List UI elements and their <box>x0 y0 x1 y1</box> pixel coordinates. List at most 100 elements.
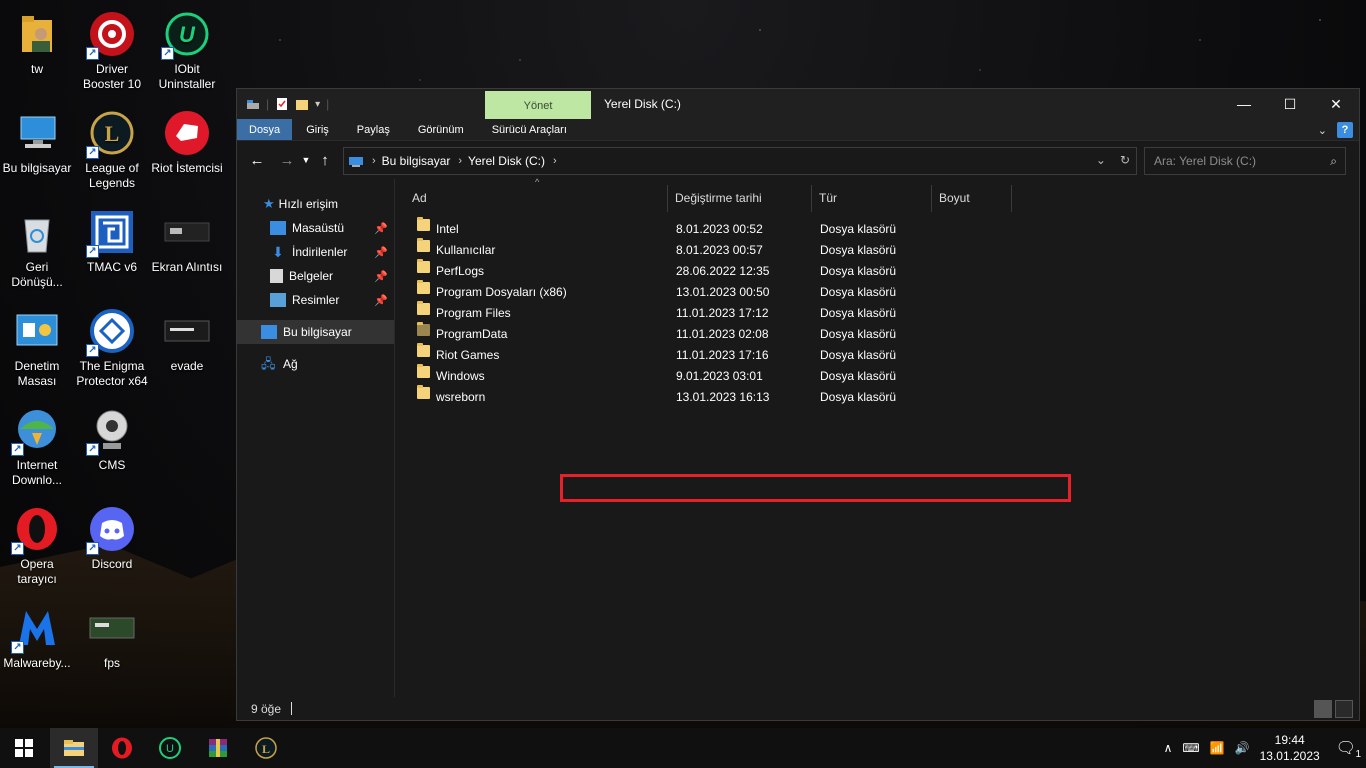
column-header-type[interactable]: Tür <box>812 185 932 212</box>
start-button[interactable] <box>0 728 48 768</box>
desktop-icon-riot-client[interactable]: Riot İstemcisi <box>150 103 224 176</box>
recent-locations-chevron-icon[interactable]: ▼ <box>299 155 313 165</box>
expand-ribbon-icon[interactable]: ⌄ <box>1318 124 1327 137</box>
customize-toolbar-icon[interactable]: ▾ <box>315 99 320 110</box>
details-view-button[interactable] <box>1314 700 1332 718</box>
address-bar[interactable]: › Bu bilgisayar › Yerel Disk (C:) › ⌄ ↻ <box>343 147 1137 175</box>
pin-icon: 📌 <box>374 294 388 307</box>
file-date: 8.01.2023 00:52 <box>676 222 763 236</box>
desktop-icon-discord[interactable]: ↗ Discord <box>75 499 149 572</box>
maximize-button[interactable]: ☐ <box>1267 89 1313 119</box>
desktop-icon-driver-booster[interactable]: ↗ Driver Booster 10 <box>75 4 149 92</box>
fps-icon <box>88 604 136 652</box>
shortcut-arrow-icon: ↗ <box>86 542 99 555</box>
file-type: Dosya klasörü <box>820 390 897 404</box>
up-arrow-icon[interactable]: ↑ <box>313 152 337 169</box>
table-row[interactable]: Program Dosyaları (x86) 13.01.2023 00:50 D… <box>395 280 1359 303</box>
desktop-icon-control-panel[interactable]: Denetim Masası <box>0 301 74 389</box>
status-divider <box>291 702 293 715</box>
desktop-icon-cms[interactable]: ↗ CMS <box>75 400 149 473</box>
desktop-icon <box>270 221 286 235</box>
separator: | <box>266 97 270 111</box>
forward-arrow-icon[interactable]: → <box>275 152 299 169</box>
desktop-icon-opera[interactable]: ↗ Opera tarayıcı <box>0 499 74 587</box>
star-icon: ★ <box>263 196 275 211</box>
nav-pictures[interactable]: Resimler 📌 <box>237 288 394 312</box>
input-indicator-icon[interactable]: ⌨ <box>1182 741 1199 755</box>
search-icon: ⌕ <box>1330 154 1337 168</box>
table-row[interactable]: Kullanıcılar 8.01.2023 00:57 Dosya klasörü <box>395 238 1359 261</box>
shortcut-arrow-icon: ↗ <box>161 47 174 60</box>
large-icons-view-button[interactable] <box>1335 700 1353 718</box>
taskbar-file-explorer[interactable] <box>50 728 98 768</box>
taskbar-iobit[interactable]: U <box>146 728 194 768</box>
desktop-icon-lol[interactable]: L ↗ League of Legends <box>75 103 149 191</box>
desktop-icon-fps[interactable]: fps <box>75 598 149 671</box>
close-button[interactable]: ✕ <box>1313 89 1359 119</box>
folder-icon <box>417 238 430 252</box>
desktop-icon-iobit[interactable]: U ↗ IObit Uninstaller <box>150 4 224 92</box>
help-icon[interactable]: ? <box>1337 122 1353 138</box>
volume-icon[interactable]: 🔊 <box>1235 741 1250 755</box>
nav-network[interactable]: 🖧 Ağ <box>237 352 394 376</box>
breadcrumb-this-pc[interactable]: Bu bilgisayar <box>382 154 451 168</box>
new-folder-icon[interactable] <box>295 97 309 111</box>
tab-home[interactable]: Giriş <box>292 119 343 140</box>
taskbar-opera[interactable] <box>98 728 146 768</box>
shortcut-arrow-icon: ↗ <box>86 443 99 456</box>
search-box[interactable]: ⌕ <box>1144 147 1346 175</box>
show-hidden-icons-chevron-icon[interactable]: ∧ <box>1164 741 1173 755</box>
desktop-icon-tw[interactable]: tw <box>0 4 74 77</box>
navigation-pane: ★ Hızlı erişim Masaüstü 📌 ⬇ İndirilenler… <box>237 179 395 697</box>
back-arrow-icon[interactable]: ← <box>245 152 269 169</box>
desktop-icon-evade[interactable]: evade <box>150 301 224 374</box>
folder-icon <box>417 364 430 378</box>
pictures-icon <box>270 293 286 307</box>
tab-view[interactable]: Görünüm <box>404 119 478 140</box>
taskbar-league-of-legends[interactable]: L <box>242 728 290 768</box>
nav-documents[interactable]: Belgeler 📌 <box>237 264 394 288</box>
system-tray: ∧ ⌨ 📶 🔊 19:44 13.01.2023 🗨 1 <box>1164 728 1366 768</box>
opera-icon <box>112 737 132 759</box>
tab-file[interactable]: Dosya <box>237 119 293 140</box>
column-header-name[interactable]: Ad <box>405 185 668 212</box>
table-row[interactable]: wsreborn 13.01.2023 16:13 Dosya klasörü <box>395 385 1359 408</box>
desktop-icon-recycle-bin[interactable]: Geri Dönüşü... <box>0 202 74 290</box>
table-row[interactable]: Riot Games 11.01.2023 17:16 Dosya klasörü <box>395 343 1359 366</box>
desktop-icon-tmac[interactable]: ↗ TMAC v6 <box>75 202 149 275</box>
taskbar-winrar[interactable] <box>194 728 242 768</box>
table-row[interactable]: Windows 9.01.2023 03:01 Dosya klasörü <box>395 364 1359 387</box>
table-row[interactable]: Program Files 11.01.2023 17:12 Dosya klasö… <box>395 301 1359 324</box>
minimize-button[interactable]: — <box>1221 89 1267 119</box>
desktop-icon-idm[interactable]: ↗ Internet Downlo... <box>0 400 74 488</box>
file-name: Riot Games <box>436 348 500 362</box>
breadcrumb-local-disk[interactable]: Yerel Disk (C:) <box>468 154 545 168</box>
desktop-icon-this-pc[interactable]: Bu bilgisayar <box>0 103 74 176</box>
column-header-date-modified[interactable]: Değiştirme tarihi <box>668 185 812 212</box>
column-header-size[interactable]: Boyut <box>932 185 1012 212</box>
search-input[interactable] <box>1154 154 1319 168</box>
notifications-icon[interactable]: 🗨 1 <box>1336 738 1361 760</box>
properties-icon[interactable] <box>275 97 289 111</box>
wifi-icon[interactable]: 📶 <box>1210 741 1225 755</box>
clock[interactable]: 19:44 13.01.2023 <box>1260 732 1320 764</box>
riot-client-icon <box>163 109 211 157</box>
content-area: ★ Hızlı erişim Masaüstü 📌 ⬇ İndirilenler… <box>237 177 1359 697</box>
nav-downloads[interactable]: ⬇ İndirilenler 📌 <box>237 240 394 264</box>
tab-drive-tools[interactable]: Sürücü Araçları <box>478 119 581 140</box>
desktop-icon-enigma[interactable]: ↗ The Enigma Protector x64 <box>75 301 149 389</box>
desktop-icon-malwarebytes[interactable]: ↗ Malwareby... <box>0 598 74 671</box>
table-row[interactable]: ProgramData 11.01.2023 02:08 Dosya klasörü <box>395 322 1359 345</box>
table-row[interactable]: PerfLogs 28.06.2022 12:35 Dosya klasörü <box>395 259 1359 282</box>
nav-this-pc[interactable]: Bu bilgisayar <box>237 320 394 344</box>
address-dropdown-icon[interactable]: ⌄ <box>1096 153 1106 167</box>
tab-manage[interactable]: Yönet <box>485 91 591 119</box>
nav-desktop[interactable]: Masaüstü 📌 <box>237 216 394 240</box>
tab-share[interactable]: Paylaş <box>343 119 404 140</box>
refresh-icon[interactable]: ↻ <box>1120 153 1130 167</box>
table-row[interactable]: Intel 8.01.2023 00:52 Dosya klasörü <box>395 217 1359 240</box>
desktop-icon-screenshot[interactable]: Ekran Alıntısı <box>150 202 224 275</box>
taskbar: U L ∧ ⌨ 📶 🔊 19:44 13.01.2023 🗨 1 <box>0 728 1366 768</box>
nav-quick-access[interactable]: ★ Hızlı erişim <box>237 192 394 216</box>
file-type: Dosya klasörü <box>820 243 897 257</box>
